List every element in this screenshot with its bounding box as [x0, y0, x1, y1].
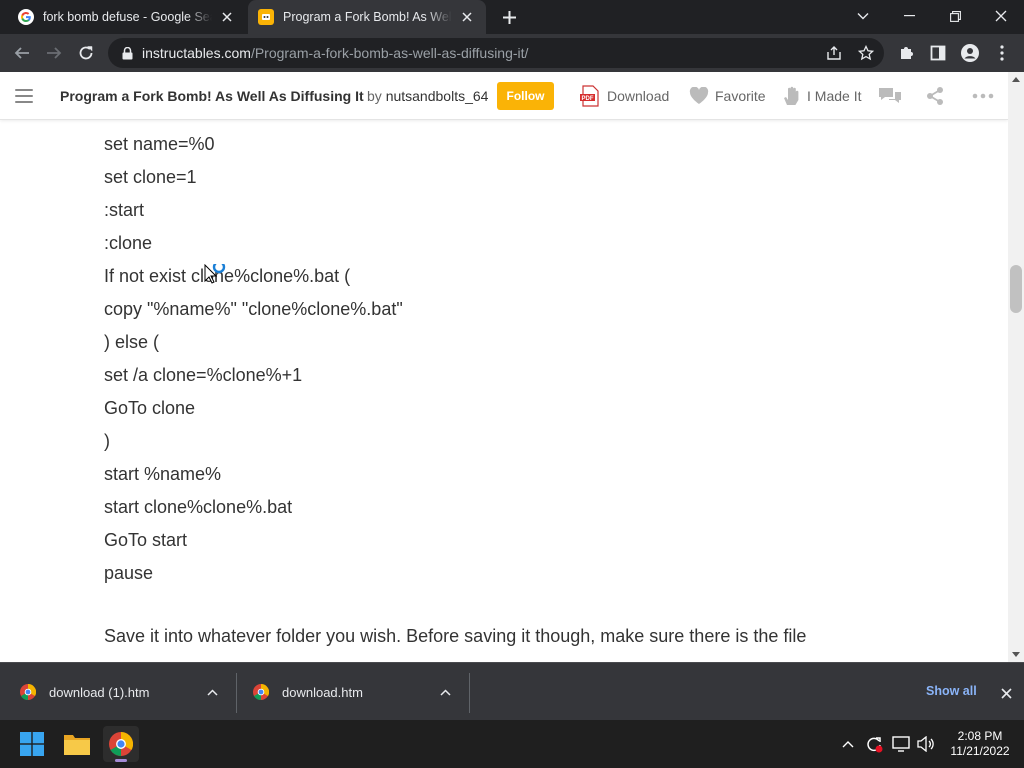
code-line: :clone	[104, 233, 153, 253]
divider	[236, 673, 237, 713]
svg-text:PDF: PDF	[582, 96, 594, 102]
pdf-icon: PDF	[580, 85, 599, 107]
code-line: :start	[104, 200, 145, 220]
reload-button[interactable]	[72, 39, 100, 67]
scroll-up-arrow[interactable]	[1012, 77, 1020, 82]
mouse-cursor-busy-icon	[204, 260, 230, 295]
tab-instructables[interactable]: Program a Fork Bomb! As Well As Diffusin…	[248, 0, 486, 34]
minimize-button[interactable]	[886, 0, 932, 32]
tab-strip: fork bomb defuse - Google Search Program…	[0, 0, 1024, 34]
follow-button[interactable]: Follow	[497, 82, 554, 110]
download-item[interactable]: download.htm	[253, 663, 463, 721]
windows-taskbar: 2:08 PM 11/21/2022	[0, 720, 1024, 768]
tab-title: Program a Fork Bomb! As Well As Diffusin…	[283, 10, 452, 24]
chrome-file-icon	[20, 684, 36, 700]
address-bar[interactable]: instructables.com/Program-a-fork-bomb-as…	[108, 38, 884, 68]
more-options-icon[interactable]	[972, 84, 1000, 108]
extensions-puzzle-icon[interactable]	[892, 39, 920, 67]
browser-toolbar: instructables.com/Program-a-fork-bomb-as…	[0, 34, 1024, 72]
windows-start-icon[interactable]	[14, 726, 50, 762]
show-all-button[interactable]: Show all	[926, 684, 977, 698]
code-line: GoTo start	[104, 530, 188, 550]
scrollbar-thumb[interactable]	[1010, 265, 1022, 313]
close-window-button[interactable]	[978, 0, 1024, 32]
download-label: Download	[607, 88, 670, 104]
favorite-label: Favorite	[715, 88, 766, 104]
code-line: GoTo clone	[104, 398, 196, 418]
code-line: start %name%	[104, 464, 222, 484]
code-line: If not exist clone%clone%.bat (	[104, 266, 351, 286]
url-path: /Program-a-fork-bomb-as-well-as-diffusin…	[250, 45, 529, 61]
code-line: set name=%0	[104, 134, 215, 154]
url-host: instructables.com	[142, 45, 251, 61]
google-icon	[18, 9, 34, 25]
restore-button[interactable]	[932, 0, 978, 32]
back-button[interactable]	[8, 39, 36, 67]
site-header: Program a Fork Bomb! As Well As Diffusin…	[0, 72, 1008, 120]
comments-icon[interactable]	[878, 84, 908, 108]
profile-avatar-icon[interactable]	[956, 39, 984, 67]
heart-icon	[689, 87, 709, 104]
code-line: ) else (	[104, 332, 160, 352]
download-filename: download.htm	[282, 684, 363, 700]
share-icon[interactable]	[926, 84, 950, 108]
clock-date: 11/21/2022	[950, 744, 1010, 758]
download-filename: download (1).htm	[49, 684, 150, 700]
bookmark-star-icon[interactable]	[857, 44, 875, 66]
code-line: pause	[104, 563, 154, 583]
code-line: set clone=1	[104, 167, 197, 187]
new-tab-button[interactable]	[496, 6, 522, 28]
chevron-up-icon[interactable]	[207, 689, 218, 696]
volume-icon[interactable]	[912, 726, 940, 762]
web-page: Program a Fork Bomb! As Well As Diffusin…	[0, 72, 1024, 662]
i-made-it-label: I Made It	[807, 88, 862, 104]
tab-google-search[interactable]: fork bomb defuse - Google Search	[8, 0, 246, 34]
page-title[interactable]: Program a Fork Bomb! As Well As Diffusin…	[60, 88, 364, 104]
by-text: by	[367, 88, 382, 104]
network-icon[interactable]	[887, 726, 915, 762]
system-clock[interactable]: 2:08 PM 11/21/2022	[944, 729, 1016, 759]
code-line: start clone%clone%.bat	[104, 497, 293, 517]
close-icon[interactable]	[996, 683, 1016, 703]
hand-icon	[784, 86, 799, 105]
code-line: copy "%name%" "clone%clone%.bat"	[104, 299, 403, 319]
kebab-menu-icon[interactable]	[988, 39, 1016, 67]
url-text: instructables.com/Program-a-fork-bomb-as…	[142, 45, 528, 61]
byline: by nutsandbolts_64	[367, 88, 488, 104]
forward-button[interactable]	[40, 39, 68, 67]
instructables-robot-icon	[258, 9, 274, 25]
share-icon[interactable]	[826, 45, 842, 66]
favorite-button[interactable]: Favorite	[689, 84, 766, 108]
download-shelf: download (1).htm download.htm Show all	[0, 662, 1024, 720]
code-line: set /a clone=%clone%+1	[104, 365, 303, 385]
close-icon[interactable]	[218, 8, 236, 26]
chevron-up-icon[interactable]	[440, 689, 451, 696]
i-made-it-button[interactable]: I Made It	[783, 84, 861, 108]
download-item[interactable]: download (1).htm	[20, 663, 230, 721]
chrome-taskbar-icon[interactable]	[103, 726, 139, 762]
file-explorer-icon[interactable]	[59, 726, 95, 762]
page-scrollbar[interactable]	[1008, 72, 1024, 662]
code-line: )	[104, 431, 110, 451]
article-paragraph: Save it into whatever folder you wish. B…	[104, 626, 807, 646]
active-app-indicator	[115, 759, 127, 762]
download-button[interactable]: PDF Download	[579, 84, 669, 108]
scroll-down-arrow[interactable]	[1012, 652, 1020, 657]
tab-title: fork bomb defuse - Google Search	[43, 10, 212, 24]
tab-search-chevron-icon[interactable]	[840, 0, 886, 32]
author-link[interactable]: nutsandbolts_64	[386, 88, 489, 104]
close-icon[interactable]	[458, 8, 476, 26]
hamburger-menu-icon[interactable]	[15, 89, 33, 103]
sync-alert-icon[interactable]	[860, 726, 888, 762]
clock-time: 2:08 PM	[957, 729, 1003, 743]
code-block: set name=%0 set clone=1 :start :clone If…	[104, 128, 984, 590]
side-panel-icon[interactable]	[924, 39, 952, 67]
chrome-file-icon	[253, 684, 269, 700]
lock-icon[interactable]	[112, 46, 142, 60]
divider	[469, 673, 470, 713]
